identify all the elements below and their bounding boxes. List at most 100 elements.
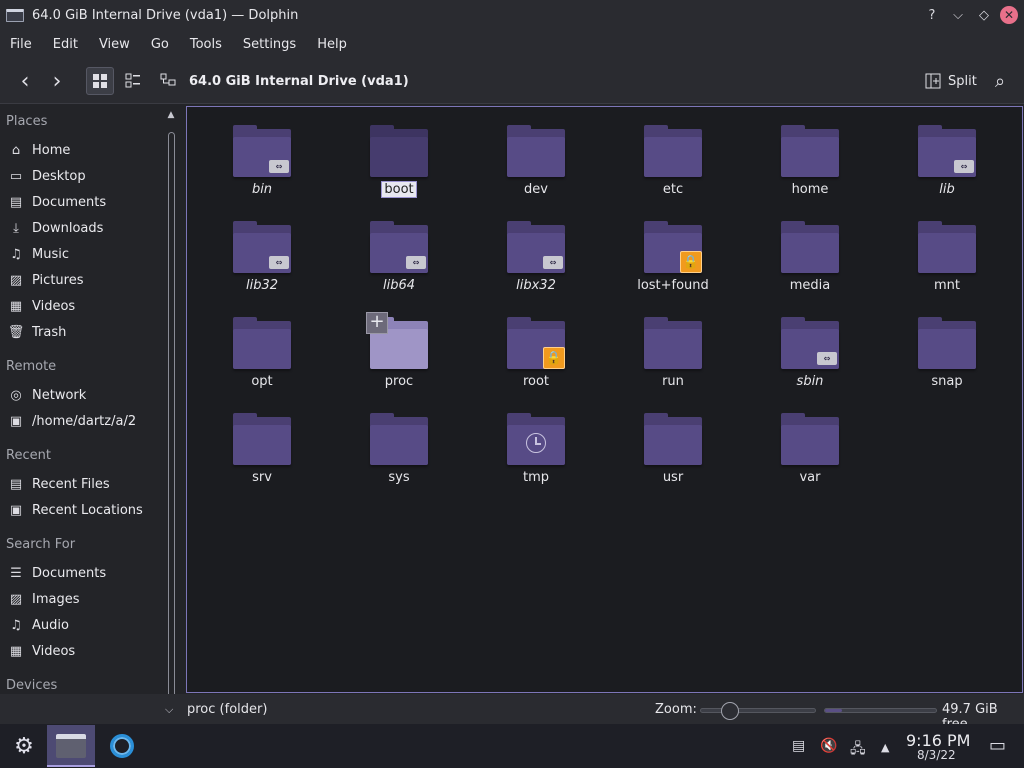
sidebar-item-documents[interactable]: ☰ Documents <box>0 560 160 586</box>
folder-name-text: sbin <box>796 374 824 389</box>
sidebar-item-label: Recent Files <box>32 476 110 492</box>
folder-libx32[interactable]: ⇔ libx32 <box>481 207 591 299</box>
sidebar-item-recent-locations[interactable]: ▣ Recent Locations <box>0 497 160 523</box>
zoom-slider[interactable] <box>700 702 816 720</box>
scroll-up-icon[interactable]: ▲ <box>165 110 177 122</box>
split-label[interactable]: Split <box>948 74 977 89</box>
menu-tools[interactable]: Tools <box>184 37 228 52</box>
folder-boot[interactable]: boot <box>344 111 454 203</box>
sidebar-item-pictures[interactable]: ▨ Pictures <box>0 267 160 293</box>
back-button[interactable]: ‹ <box>12 67 38 95</box>
folder-opt[interactable]: opt <box>207 303 317 395</box>
folder-name: media <box>755 278 865 293</box>
minimize-icon[interactable]: ⌵ <box>948 5 968 25</box>
menu-settings[interactable]: Settings <box>237 37 302 52</box>
folder-media[interactable]: media <box>755 207 865 299</box>
folder-root[interactable]: 🔒 root <box>481 303 591 395</box>
maximize-icon[interactable]: ◇ <box>974 5 994 25</box>
details-view-button[interactable] <box>156 67 180 95</box>
location-label[interactable]: 64.0 GiB Internal Drive (vda1) <box>189 74 409 89</box>
compact-view-icon <box>125 73 140 88</box>
sidebar-item-documents[interactable]: ▤ Documents <box>0 189 160 215</box>
chevron-down-icon[interactable]: ⌵ <box>165 703 173 717</box>
folder-tmp[interactable]: tmp <box>481 399 591 491</box>
menu-view[interactable]: View <box>93 37 136 52</box>
folder-home[interactable]: home <box>755 111 865 203</box>
scrollbar-thumb[interactable] <box>168 132 175 698</box>
task-active-indicator <box>47 765 95 767</box>
menu-edit[interactable]: Edit <box>47 37 84 52</box>
menu-go[interactable]: Go <box>145 37 175 52</box>
close-icon[interactable]: ✕ <box>1000 6 1018 24</box>
folder-icon: ⇔ <box>781 317 839 369</box>
folder-srv[interactable]: srv <box>207 399 317 491</box>
network-icon[interactable]: 🖧 <box>850 738 866 762</box>
sidebar-item-images[interactable]: ▨ Images <box>0 586 160 612</box>
volume-muted-icon[interactable]: 🔇 <box>820 738 837 754</box>
folder-lib[interactable]: ⇔ lib <box>892 111 1002 203</box>
sidebar-item-home-dartz-a-2[interactable]: ▣ /home/dartz/a/2 <box>0 408 160 434</box>
folder-name: usr <box>618 470 728 485</box>
sidebar-item-desktop[interactable]: ▭ Desktop <box>0 163 160 189</box>
folder-name-text: srv <box>252 470 272 485</box>
folder-lost-found[interactable]: 🔒 lost+found <box>618 207 728 299</box>
folder-lib32[interactable]: ⇔ lib32 <box>207 207 317 299</box>
folder-proc[interactable]: + proc <box>344 303 454 395</box>
help-icon[interactable]: ? <box>922 5 942 25</box>
icons-view-button[interactable] <box>86 67 114 95</box>
sidebar-item-downloads[interactable]: ⤓ Downloads <box>0 215 160 241</box>
sidebar-item-home[interactable]: ⌂ Home <box>0 137 160 163</box>
sidebar-item-videos[interactable]: ▦ Videos <box>0 638 160 664</box>
forward-button[interactable]: › <box>44 67 70 95</box>
folder-etc[interactable]: etc <box>618 111 728 203</box>
folder-sbin[interactable]: ⇔ sbin <box>755 303 865 395</box>
lock-emblem-icon: 🔒 <box>543 347 565 369</box>
folder-dev[interactable]: dev <box>481 111 591 203</box>
folder-name-text: usr <box>662 470 684 485</box>
select-toggle-icon[interactable]: + <box>366 312 388 334</box>
free-space-bar <box>824 708 937 713</box>
folder-mnt[interactable]: mnt <box>892 207 1002 299</box>
sidebar-item-recent-files[interactable]: ▤ Recent Files <box>0 471 160 497</box>
sidebar-item-videos[interactable]: ▦ Videos <box>0 293 160 319</box>
clock-date[interactable]: 8/3/22 <box>917 748 956 762</box>
split-button[interactable] <box>922 67 944 95</box>
folder-var[interactable]: var <box>755 399 865 491</box>
sidebar-item-network[interactable]: ◎ Network <box>0 382 160 408</box>
sidebar-item-audio[interactable]: ♫ Audio <box>0 612 160 638</box>
title-bar[interactable]: 64.0 GiB Internal Drive (vda1) — Dolphin… <box>0 0 1024 30</box>
sidebar-item-icon: ▭ <box>9 168 23 184</box>
sidebar-item-icon: ♫ <box>10 246 22 262</box>
folder-icon <box>781 125 839 177</box>
sidebar-item-label: Desktop <box>32 168 86 184</box>
folder-name: run <box>618 374 728 389</box>
folder-usr[interactable]: usr <box>618 399 728 491</box>
show-desktop-icon[interactable]: ▭ <box>989 735 1006 756</box>
folder-name-text: media <box>789 278 831 293</box>
menu-help[interactable]: Help <box>311 37 353 52</box>
folder-sys[interactable]: sys <box>344 399 454 491</box>
search-icon[interactable]: ⌕ <box>988 67 1012 95</box>
sidebar-item-label: Videos <box>32 643 76 659</box>
folder-view[interactable]: ⇔ bin boot dev etc home ⇔ lib ⇔ lib32 ⇔ lib64 ⇔ libx3… <box>186 106 1023 693</box>
folder-lib64[interactable]: ⇔ lib64 <box>344 207 454 299</box>
zoom-slider-handle[interactable] <box>721 702 739 720</box>
sidebar-item-label: Music <box>32 246 69 262</box>
sidebar-item-icon: ▣ <box>9 502 23 518</box>
menu-file[interactable]: File <box>4 37 38 52</box>
sidebar-item-trash[interactable]: 🗑 Trash <box>0 319 160 345</box>
app-launcher-button[interactable]: ⚙ <box>0 725 48 767</box>
clipboard-icon[interactable]: ▤ <box>792 738 805 754</box>
task-browser[interactable] <box>98 725 146 767</box>
sidebar-scrollbar[interactable]: ▲ <box>165 110 177 700</box>
task-dolphin[interactable] <box>47 725 95 767</box>
places-panel: Places ⌂ Home ▭ Desktop ▤ Documents ⤓ Downloads ♫… <box>0 105 162 727</box>
folder-bin[interactable]: ⇔ bin <box>207 111 317 203</box>
tray-expand-icon[interactable]: ▲ <box>881 741 889 754</box>
folder-snap[interactable]: snap <box>892 303 1002 395</box>
folder-name: lib <box>892 182 1002 197</box>
compact-view-button[interactable] <box>120 67 146 95</box>
folder-name-text[interactable]: boot <box>381 181 417 198</box>
sidebar-item-music[interactable]: ♫ Music <box>0 241 160 267</box>
folder-run[interactable]: run <box>618 303 728 395</box>
